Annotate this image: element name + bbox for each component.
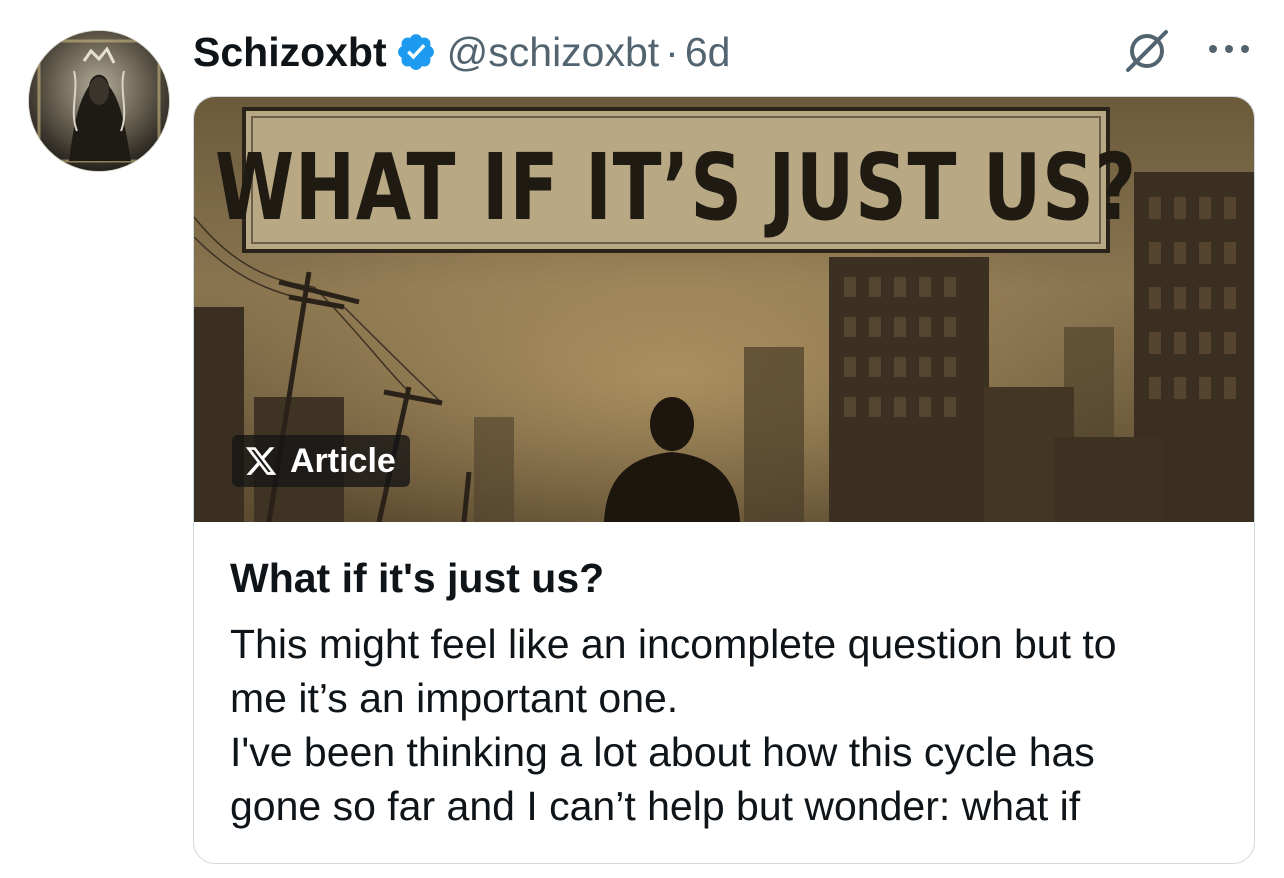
article-card[interactable]: WHAT IF IT’S JUST US? Article What if it…: [193, 96, 1255, 864]
author-handle[interactable]: @schizoxbt: [447, 29, 660, 76]
snippet-line: me it’s an important one.: [230, 675, 679, 721]
x-logo-icon: [244, 444, 278, 478]
more-icon[interactable]: [1206, 40, 1252, 58]
verified-badge-icon: [395, 31, 437, 73]
post-header: Schizoxbt @schizoxbt · 6d: [193, 22, 730, 82]
snippet-line: This might feel like an incomplete quest…: [230, 621, 1117, 667]
grok-icon[interactable]: [1124, 28, 1170, 74]
article-cover-image: WHAT IF IT’S JUST US? Article: [194, 97, 1254, 522]
article-snippet: This might feel like an incomplete quest…: [230, 617, 1230, 833]
snippet-line: I've been thinking a lot about how this …: [230, 729, 1095, 775]
article-badge-label: Article: [290, 441, 396, 480]
post-timestamp[interactable]: 6d: [685, 29, 731, 76]
avatar[interactable]: [28, 30, 170, 172]
author-display-name[interactable]: Schizoxbt: [193, 29, 387, 76]
snippet-line: gone so far and I can’t help but wonder:…: [230, 783, 1081, 829]
separator-dot: ·: [665, 28, 679, 75]
cover-sign-text: WHAT IF IT’S JUST US?: [215, 133, 1137, 241]
article-badge: Article: [232, 435, 410, 487]
avatar-image: [29, 31, 169, 171]
article-title[interactable]: What if it's just us?: [230, 555, 604, 602]
